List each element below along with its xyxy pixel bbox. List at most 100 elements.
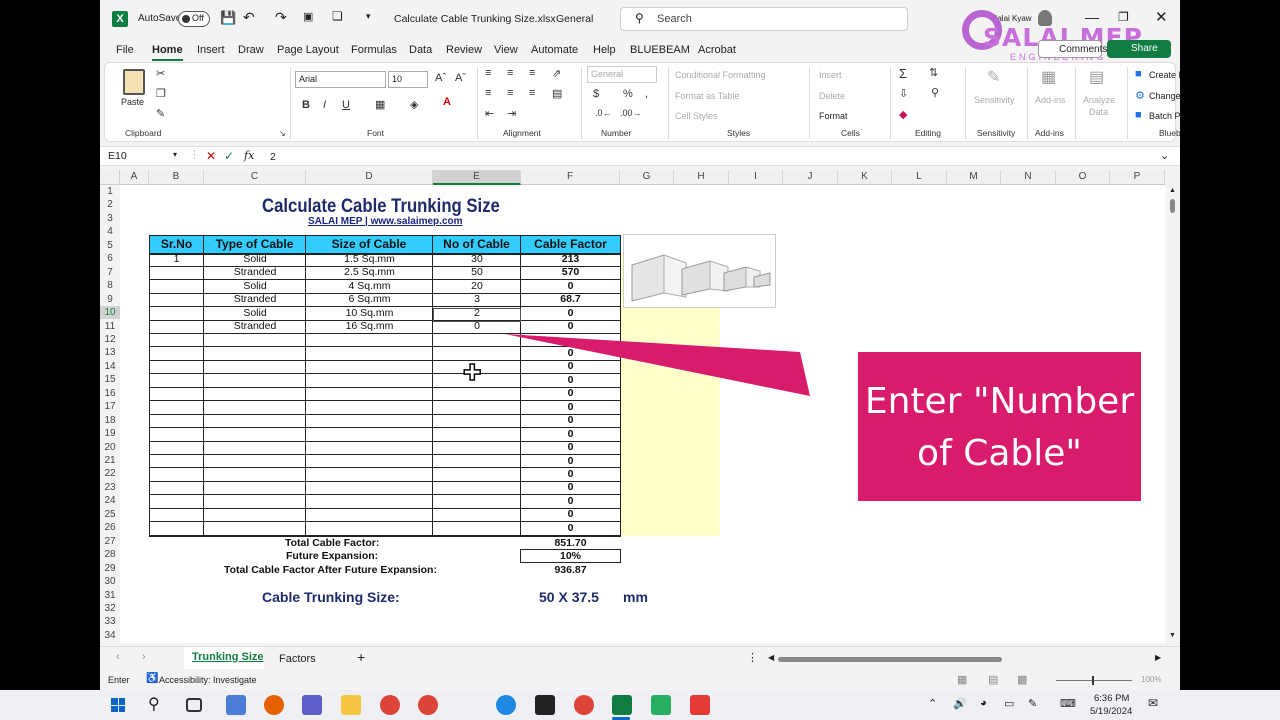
store-icon[interactable] xyxy=(226,695,246,715)
callout-line-1: Enter "Number xyxy=(864,381,1135,422)
zoom-slider[interactable] xyxy=(1056,680,1132,681)
sheet-tab-factors[interactable]: Factors xyxy=(279,653,316,665)
cable-count-cell[interactable]: 20 xyxy=(433,280,521,292)
cable-factor-cell: 0 xyxy=(567,346,574,359)
cable-count-cell[interactable]: 3 xyxy=(433,293,521,305)
active-cell-E10[interactable] xyxy=(433,308,521,322)
cable-factor-cell: 0 xyxy=(567,387,574,400)
file-explorer-icon[interactable] xyxy=(341,695,361,715)
cable-count-cell[interactable]: 30 xyxy=(433,253,521,265)
app-icon[interactable] xyxy=(496,695,516,715)
total-cable-factor-label: Total Cable Factor: xyxy=(285,537,380,549)
cell-cursor-icon: ✚ xyxy=(462,360,482,385)
total-cable-factor-value: 851.70 xyxy=(554,537,587,549)
future-expansion-label: Future Expansion: xyxy=(286,550,379,562)
cable-factor-cell: 0 xyxy=(567,400,574,413)
add-sheet-icon[interactable]: + xyxy=(357,649,365,665)
cable-factor-cell: 0 xyxy=(567,481,574,494)
pen-icon[interactable]: ✎ xyxy=(1028,697,1037,710)
cable-size-cell: 2.5 Sq.mm xyxy=(344,266,395,279)
cable-factor-cell: 68.7 xyxy=(560,293,581,306)
sheet-tab-bar: ‹ › Trunking Size Factors + ⋮ ◀ ▶ xyxy=(100,646,1180,670)
cable-factor-cell: 0 xyxy=(567,360,574,373)
cable-type-cell: Stranded xyxy=(233,266,277,279)
firefox-icon[interactable] xyxy=(264,695,284,715)
status-bar: Enter ♿ Accessibility: Investigate ▦ ▤ ▩… xyxy=(100,670,1180,690)
scroll-up-icon[interactable]: ▲ xyxy=(1169,187,1176,194)
trunking-size-label: Cable Trunking Size: xyxy=(262,589,400,605)
callout-line-2: of Cable" xyxy=(917,433,1082,474)
cable-size-cell: 1.5 Sq.mm xyxy=(344,252,395,265)
normal-view-icon[interactable]: ▦ xyxy=(957,673,967,686)
prev-sheet-icon[interactable]: ‹ xyxy=(116,651,120,663)
video-editor-icon[interactable] xyxy=(535,695,555,715)
cable-factor-cell: 570 xyxy=(561,266,580,279)
cable-factor-cell: 0 xyxy=(567,373,574,386)
excel-window: X AutoSave Off 💾 ↶ ↷ ▣ ❏ ▾ Calculate Cab… xyxy=(100,0,1180,690)
task-view-icon[interactable] xyxy=(186,698,202,712)
sheet-tab-trunking-size[interactable]: Trunking Size xyxy=(184,647,264,669)
clock-time[interactable]: 6:36 PM xyxy=(1094,693,1129,704)
vertical-scroll-thumb[interactable] xyxy=(1170,199,1175,213)
horizontal-scroll-thumb[interactable] xyxy=(778,657,1002,662)
cable-factor-cell: 0 xyxy=(567,279,574,292)
wifi-icon[interactable]: ◕ xyxy=(980,697,987,709)
notification-icon[interactable]: ✉ xyxy=(1148,696,1158,710)
chrome-alt-icon[interactable] xyxy=(574,695,594,715)
cable-type-cell: Stranded xyxy=(233,320,277,332)
vertical-scrollbar[interactable]: ▲ ▼ xyxy=(1166,185,1180,643)
cable-factor-cell: 0 xyxy=(567,414,574,427)
trunking-size-value: 50 X 37.5 xyxy=(539,589,599,605)
teams-icon[interactable] xyxy=(302,695,322,715)
windows-taskbar: ⚲ ⌃ 🔊 ◕ ▭ ✎ ⌨ 6:36 PM 5/19/2024 ✉ xyxy=(0,690,1280,720)
excel-taskbar-icon[interactable] xyxy=(612,695,632,715)
keyboard-icon[interactable]: ⌨ xyxy=(1060,697,1076,710)
recorder-icon[interactable] xyxy=(690,695,710,715)
clock-date[interactable]: 5/19/2024 xyxy=(1090,706,1132,717)
zoom-level[interactable]: 100% xyxy=(1141,675,1161,684)
cable-type-cell: Solid xyxy=(243,252,267,265)
accessibility-icon: ♿ xyxy=(146,673,159,684)
page-layout-view-icon[interactable]: ▤ xyxy=(988,673,998,686)
trunking-image[interactable] xyxy=(623,234,776,308)
cable-factor-cell: 0 xyxy=(567,494,574,507)
cable-factor-cell: 0 xyxy=(567,467,574,480)
instruction-callout: Enter "Number of Cable" xyxy=(858,352,1141,501)
cable-size-cell: 16 Sq.mm xyxy=(345,320,394,332)
sheet-tab-label: Trunking Size xyxy=(192,651,264,663)
camtasia-icon[interactable] xyxy=(651,695,671,715)
cable-factor-cell: 0 xyxy=(567,320,574,332)
chrome-icon[interactable] xyxy=(380,695,400,715)
next-sheet-icon[interactable]: › xyxy=(142,651,146,663)
cable-factor-cell: 0 xyxy=(567,441,574,454)
tab-splitter-icon[interactable]: ⋮ xyxy=(747,651,758,664)
tray-overflow-icon[interactable]: ⌃ xyxy=(928,697,937,710)
cable-factor-cell: 0 xyxy=(567,306,574,319)
taskbar-search-icon[interactable]: ⚲ xyxy=(148,694,160,714)
status-mode: Enter xyxy=(108,675,130,685)
battery-icon[interactable]: ▭ xyxy=(1004,697,1014,710)
start-icon[interactable] xyxy=(111,698,125,712)
total-after-expansion-value: 936.87 xyxy=(554,564,587,576)
cable-type-cell: Solid xyxy=(243,279,267,292)
accessibility-status[interactable]: Accessibility: Investigate xyxy=(159,675,257,685)
cable-factor-cell: 0 xyxy=(567,521,574,534)
zoom-slider-thumb[interactable] xyxy=(1092,676,1094,685)
cable-type-cell: Stranded xyxy=(233,293,277,306)
sr-no-cell: 1 xyxy=(173,252,180,265)
cable-size-cell: 6 Sq.mm xyxy=(348,293,391,306)
scroll-left-icon[interactable]: ◀ xyxy=(768,653,774,662)
cable-size-cell: 10 Sq.mm xyxy=(345,306,394,319)
cable-count-cell[interactable]: 50 xyxy=(433,266,521,278)
volume-icon[interactable]: 🔊 xyxy=(953,697,967,710)
cable-type-cell: Solid xyxy=(243,306,267,319)
scroll-down-icon[interactable]: ▼ xyxy=(1169,632,1176,639)
cable-trunking-illustration xyxy=(631,254,771,302)
scroll-right-icon[interactable]: ▶ xyxy=(1155,653,1161,662)
total-after-expansion-label: Total Cable Factor After Future Expansio… xyxy=(224,564,437,576)
future-expansion-value[interactable]: 10% xyxy=(521,550,620,562)
chrome-profile-icon[interactable] xyxy=(418,695,438,715)
cable-size-cell: 4 Sq.mm xyxy=(348,279,391,292)
cable-factor-cell: 213 xyxy=(561,252,580,265)
page-break-view-icon[interactable]: ▩ xyxy=(1017,673,1027,686)
